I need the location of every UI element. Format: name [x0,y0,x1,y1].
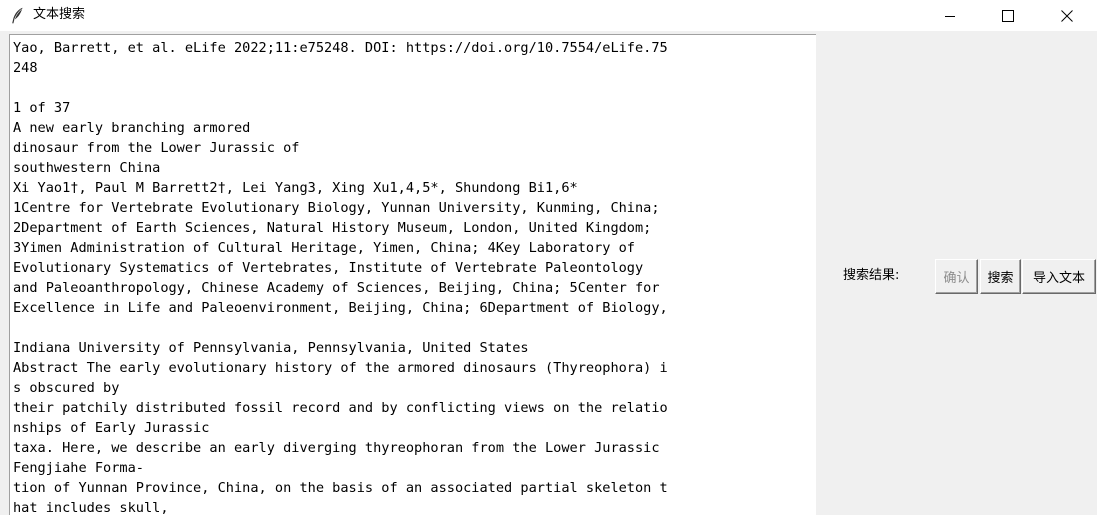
window-title: 文本搜索 [33,7,86,22]
text-line: hat includes skull, [13,500,169,515]
text-line: Xi Yao1†, Paul M Barrett2†, Lei Yang3, X… [13,180,578,196]
minimize-button[interactable] [927,0,973,31]
close-icon [1061,9,1073,22]
text-line: nships of Early Jurassic [13,420,210,436]
text-line: their patchily distributed fossil record… [13,400,668,416]
text-line: Excellence in Life and Paleoenvironment,… [13,300,668,316]
text-line: 2Department of Earth Sciences, Natural H… [13,220,652,236]
title-bar[interactable]: 文本搜索 [0,0,1097,31]
text-line: 248 [13,60,38,76]
text-line: taxa. Here, we describe an early divergi… [13,440,660,456]
text-line: tion of Yunnan Province, China, on the b… [13,480,668,496]
text-line: Fengjiahe Forma- [13,460,144,476]
text-line: Abstract The early evolutionary history … [13,360,668,376]
document-text-area[interactable]: Yao, Barrett, et al. eLife 2022;11:e7524… [9,34,816,515]
text-line: Indiana University of Pennsylvania, Penn… [13,340,529,356]
search-results-label: 搜索结果: [843,268,900,283]
text-line: Yao, Barrett, et al. eLife 2022;11:e7524… [13,40,668,56]
text-line: 1Centre for Vertebrate Evolutionary Biol… [13,200,660,216]
text-line: southwestern China [13,160,161,176]
confirm-button[interactable]: 确认 [935,259,978,294]
maximize-icon [1002,9,1014,22]
text-line: A new early branching armored [13,120,251,136]
text-line [13,318,816,338]
feather-icon [10,7,24,24]
text-line: 1 of 37 [13,100,71,116]
text-line: dinosaur from the Lower Jurassic of [13,140,300,156]
text-line: 3Yimen Administration of Cultural Herita… [13,240,635,256]
maximize-button[interactable] [985,0,1031,31]
minimize-icon [944,10,956,22]
import-text-button[interactable]: 导入文本 [1022,259,1096,294]
close-button[interactable] [1044,0,1090,31]
text-line: and Paleoanthropology, Chinese Academy o… [13,280,660,296]
search-button[interactable]: 搜索 [980,259,1021,294]
text-line: Evolutionary Systematics of Vertebrates,… [13,260,644,276]
app-window: 文本搜索 Yao, Barrett, et al. eLife 2022;11:… [0,0,1097,515]
text-line: s obscured by [13,380,120,396]
text-line [13,78,816,98]
